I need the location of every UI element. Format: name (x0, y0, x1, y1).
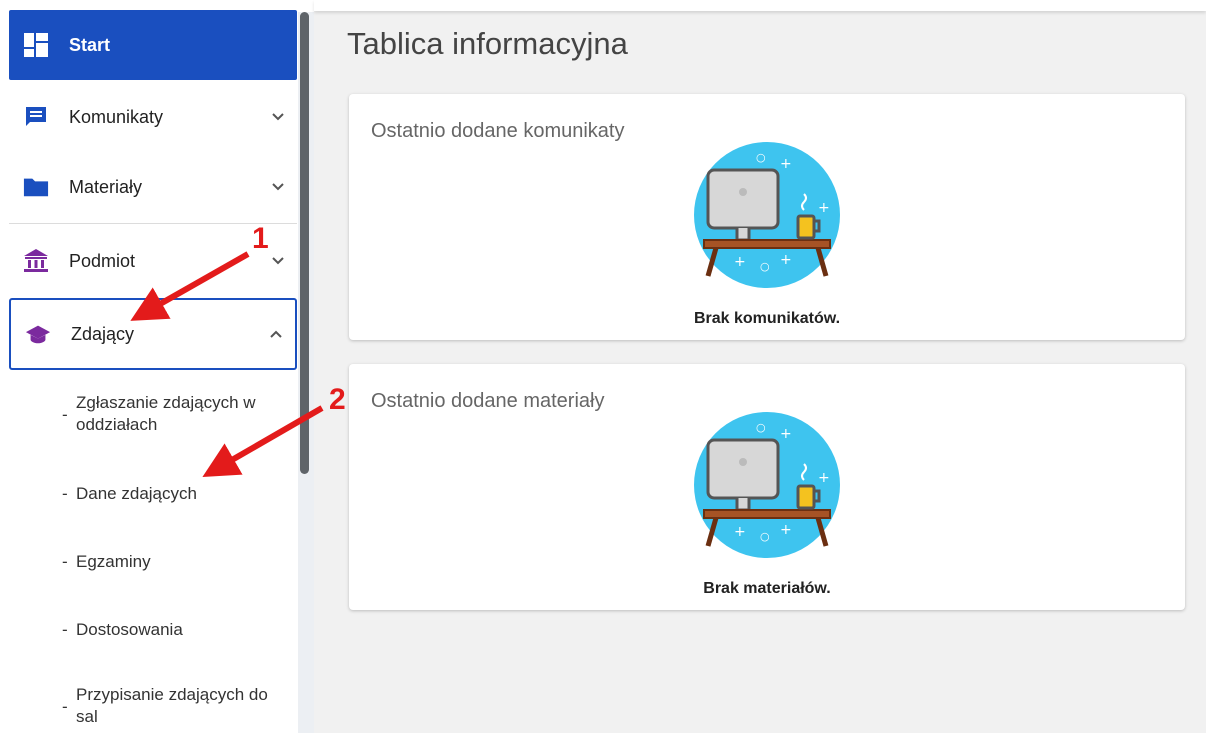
card-title: Ostatnio dodane komunikaty (371, 120, 625, 142)
message-icon (23, 104, 49, 130)
svg-text:○: ○ (760, 530, 770, 543)
sidebar-item-label: Materiały (69, 176, 143, 197)
sidebar-item-label: Zdający (71, 323, 135, 344)
sidebar-scrollbar-thumb[interactable] (300, 12, 309, 474)
svg-text:+: + (780, 252, 792, 268)
chevron-down-icon (272, 257, 284, 265)
svg-text:○: ○ (760, 260, 770, 273)
empty-desk-illustration-icon: ○ + + + ○ + (694, 412, 840, 558)
sidebar-item-label: Start (69, 34, 111, 55)
annotation-number-2: 2 (329, 383, 346, 416)
annotation-number-1: 1 (252, 222, 269, 255)
chevron-down-icon (272, 183, 284, 191)
svg-text:+: + (734, 524, 746, 540)
institution-icon (23, 248, 49, 274)
svg-text:○: ○ (756, 421, 766, 434)
sidebar-item-start[interactable]: Start (9, 10, 297, 80)
sidebar-subitem-egzaminy[interactable]: - Egzaminy (62, 551, 292, 573)
chevron-up-icon (270, 330, 282, 338)
svg-text:+: + (734, 254, 746, 270)
svg-text:+: + (780, 156, 792, 172)
svg-text:+: + (818, 470, 830, 486)
folder-icon (23, 174, 49, 200)
sidebar-subitem-dostosowania[interactable]: - Dostosowania (62, 619, 292, 641)
svg-text:○: ○ (756, 151, 766, 164)
card-empty-message: Brak materiałów. (703, 580, 831, 597)
card-materialy: Ostatnio dodane materiały ○ + + + ○ + Br… (349, 364, 1185, 610)
top-bar (314, 0, 1206, 11)
svg-text:+: + (780, 522, 792, 538)
sidebar-item-zdajacy[interactable]: Zdający (9, 298, 297, 370)
svg-text:+: + (780, 426, 792, 442)
empty-desk-illustration-icon: ○ + + + ○ + (694, 142, 840, 288)
chevron-down-icon (272, 113, 284, 121)
sidebar-item-materialy[interactable]: Materiały (9, 152, 297, 222)
card-komunikaty: Ostatnio dodane komunikaty ○ + + + ○ + B… (349, 94, 1185, 340)
card-empty-message: Brak komunikatów. (693, 310, 841, 327)
main-content: Tablica informacyjna Ostatnio dodane kom… (314, 0, 1206, 733)
sidebar-item-komunikaty[interactable]: Komunikaty (9, 82, 297, 152)
sidebar-subitem-zglaszanie[interactable]: - Zgłaszanie zdających w oddziałach (62, 392, 292, 436)
svg-text:+: + (818, 200, 830, 216)
sidebar: Start Komunikaty Materiały Podmiot Zdają… (0, 0, 300, 733)
dashboard-icon (23, 32, 49, 58)
card-title: Ostatnio dodane materiały (371, 390, 605, 412)
sidebar-subitem-przypisanie[interactable]: - Przypisanie zdających do sal (62, 684, 292, 728)
page-title: Tablica informacyjna (347, 26, 628, 61)
sidebar-item-label: Komunikaty (69, 106, 164, 127)
graduation-cap-icon (25, 321, 51, 347)
sidebar-subitem-dane-zdajacych[interactable]: - Dane zdających (62, 483, 292, 505)
sidebar-item-label: Podmiot (69, 250, 136, 271)
